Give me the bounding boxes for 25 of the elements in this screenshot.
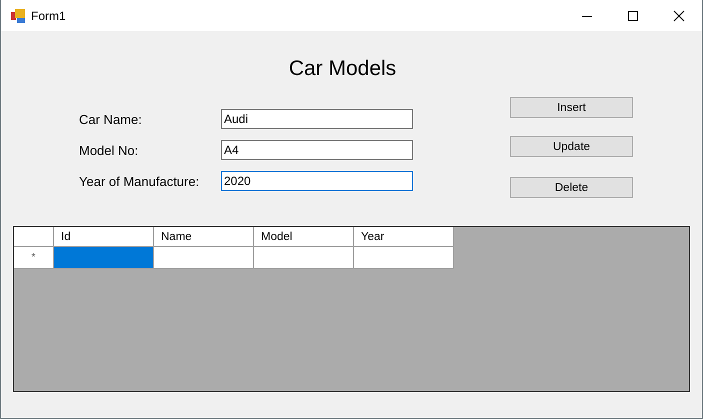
maximize-icon[interactable] <box>627 10 639 22</box>
corner-header[interactable] <box>14 227 54 247</box>
column-header[interactable]: Name <box>154 227 254 247</box>
column-header[interactable]: Id <box>54 227 154 247</box>
row-header[interactable]: * <box>14 247 54 269</box>
column-header[interactable]: Model <box>254 227 354 247</box>
form-heading: Car Models <box>288 56 398 82</box>
grid-cell[interactable] <box>54 247 154 269</box>
grid-cell[interactable] <box>254 247 354 269</box>
column-header[interactable]: Year <box>354 227 454 247</box>
field-label: Year of Manufacture: <box>79 174 200 188</box>
text-field[interactable]: 2020 <box>221 171 413 191</box>
new-row-marker: * <box>32 252 36 263</box>
field-label: Car Name: <box>79 112 143 126</box>
grid-cell[interactable] <box>154 247 254 269</box>
grid-cell[interactable] <box>354 247 454 269</box>
text-field[interactable]: Audi <box>221 109 413 129</box>
close-icon[interactable] <box>673 10 685 22</box>
field-label: Model No: <box>79 142 140 158</box>
app-icon <box>11 8 25 22</box>
action-button[interactable]: Delete <box>510 177 633 198</box>
action-button[interactable]: Insert <box>510 97 633 118</box>
text-field[interactable]: A4 <box>221 140 413 160</box>
action-button[interactable]: Update <box>510 136 633 157</box>
window-title: Form1 <box>31 8 66 22</box>
